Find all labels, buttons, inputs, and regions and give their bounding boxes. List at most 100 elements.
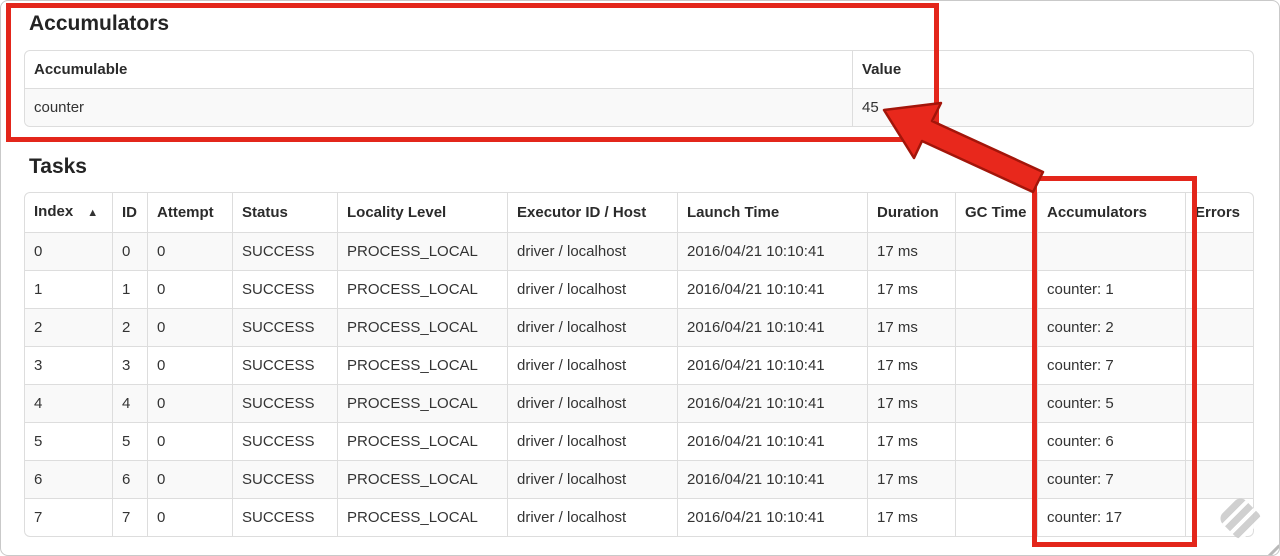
tasks-col-header-index[interactable]: Index ▲ [25, 193, 112, 232]
task-cell-errors [1185, 270, 1253, 308]
accumulable-table: Accumulable Value counter 45 [24, 50, 1254, 127]
task-cell-status: SUCCESS [232, 422, 337, 460]
accumulable-name-cell: counter [25, 88, 852, 126]
task-cell-locality: PROCESS_LOCAL [337, 384, 507, 422]
task-cell-launch_time: 2016/04/21 10:10:41 [677, 384, 867, 422]
task-cell-executor: driver / localhost [507, 498, 677, 536]
tasks-col-header-accumulators[interactable]: Accumulators [1037, 193, 1185, 232]
col-header-label: Index [34, 203, 74, 220]
accumulable-col-header: Accumulable [34, 61, 128, 78]
task-cell-id: 1 [112, 270, 147, 308]
task-cell-launch_time: 2016/04/21 10:10:41 [677, 422, 867, 460]
col-header-label: Duration [877, 204, 939, 221]
task-cell-executor: driver / localhost [507, 346, 677, 384]
task-cell-attempt: 0 [147, 346, 232, 384]
accumulators-heading: Accumulators [29, 12, 170, 35]
tasks-col-header-launch_time[interactable]: Launch Time [677, 193, 867, 232]
task-cell-accumulators: counter: 1 [1037, 270, 1185, 308]
task-cell-id: 0 [112, 232, 147, 270]
task-cell-gc_time [955, 308, 1037, 346]
task-cell-accumulators: counter: 7 [1037, 346, 1185, 384]
task-cell-status: SUCCESS [232, 308, 337, 346]
task-cell-accumulators [1037, 232, 1185, 270]
tasks-col-header-id[interactable]: ID [112, 193, 147, 232]
task-cell-accumulators: counter: 5 [1037, 384, 1185, 422]
task-cell-index: 0 [25, 232, 112, 270]
task-cell-accumulators: counter: 6 [1037, 422, 1185, 460]
task-cell-duration: 17 ms [867, 460, 955, 498]
task-cell-errors [1185, 384, 1253, 422]
task-cell-launch_time: 2016/04/21 10:10:41 [677, 308, 867, 346]
accumulable-value-cell: 45 [852, 88, 1253, 126]
col-header-label: Status [242, 204, 288, 221]
col-header-label: ID [122, 204, 137, 221]
task-cell-status: SUCCESS [232, 384, 337, 422]
task-cell-status: SUCCESS [232, 270, 337, 308]
task-cell-attempt: 0 [147, 498, 232, 536]
tasks-table: Index ▲ ID Attempt Status Locality Level Execu… [24, 192, 1254, 537]
task-cell-attempt: 0 [147, 460, 232, 498]
tasks-col-header-attempt[interactable]: Attempt [147, 193, 232, 232]
tasks-col-header-gc_time[interactable]: GC Time [955, 193, 1037, 232]
task-cell-errors [1185, 308, 1253, 346]
task-cell-index: 3 [25, 346, 112, 384]
task-cell-index: 1 [25, 270, 112, 308]
task-cell-launch_time: 2016/04/21 10:10:41 [677, 460, 867, 498]
tasks-table-body: 0 0 0 SUCCESS PROCESS_LOCAL driver / localhos… [25, 232, 1253, 536]
spark-ui-stage-page: Accumulators Accumulable Value counter 4… [0, 0, 1280, 556]
tasks-heading: Tasks [29, 155, 87, 178]
task-cell-id: 7 [112, 498, 147, 536]
task-cell-attempt: 0 [147, 308, 232, 346]
tasks-header-row: Index ▲ ID Attempt Status Locality Level Execu… [25, 193, 1253, 232]
task-cell-executor: driver / localhost [507, 460, 677, 498]
task-cell-attempt: 0 [147, 384, 232, 422]
task-cell-executor: driver / localhost [507, 270, 677, 308]
task-cell-accumulators: counter: 17 [1037, 498, 1185, 536]
col-header-label: Errors [1195, 204, 1241, 221]
task-cell-duration: 17 ms [867, 346, 955, 384]
task-cell-id: 5 [112, 422, 147, 460]
task-cell-errors [1185, 232, 1253, 270]
task-cell-executor: driver / localhost [507, 384, 677, 422]
task-cell-errors [1185, 346, 1253, 384]
task-row-5: 5 5 0 SUCCESS PROCESS_LOCAL driver / localhos… [25, 422, 1253, 460]
task-row-1: 1 1 0 SUCCESS PROCESS_LOCAL driver / localhos… [25, 270, 1253, 308]
col-header-label: Attempt [157, 204, 214, 221]
task-cell-duration: 17 ms [867, 232, 955, 270]
task-cell-attempt: 0 [147, 270, 232, 308]
task-cell-locality: PROCESS_LOCAL [337, 422, 507, 460]
task-cell-duration: 17 ms [867, 422, 955, 460]
task-cell-accumulators: counter: 7 [1037, 460, 1185, 498]
task-cell-locality: PROCESS_LOCAL [337, 346, 507, 384]
tasks-col-header-duration[interactable]: Duration [867, 193, 955, 232]
task-cell-gc_time [955, 460, 1037, 498]
tasks-col-header-errors[interactable]: Errors [1185, 193, 1253, 232]
task-cell-status: SUCCESS [232, 346, 337, 384]
task-cell-duration: 17 ms [867, 308, 955, 346]
task-cell-executor: driver / localhost [507, 422, 677, 460]
task-cell-index: 2 [25, 308, 112, 346]
task-cell-launch_time: 2016/04/21 10:10:41 [677, 346, 867, 384]
task-row-7: 7 7 0 SUCCESS PROCESS_LOCAL driver / localhos… [25, 498, 1253, 536]
col-header-label: Accumulators [1047, 204, 1148, 221]
tasks-col-header-executor[interactable]: Executor ID / Host [507, 193, 677, 232]
task-cell-status: SUCCESS [232, 460, 337, 498]
task-cell-status: SUCCESS [232, 232, 337, 270]
tasks-col-header-status[interactable]: Status [232, 193, 337, 232]
task-cell-id: 3 [112, 346, 147, 384]
task-cell-index: 7 [25, 498, 112, 536]
task-cell-locality: PROCESS_LOCAL [337, 270, 507, 308]
task-row-2: 2 2 0 SUCCESS PROCESS_LOCAL driver / localhos… [25, 308, 1253, 346]
task-cell-index: 5 [25, 422, 112, 460]
task-cell-launch_time: 2016/04/21 10:10:41 [677, 270, 867, 308]
accumulable-header-row: Accumulable Value [25, 51, 1253, 88]
task-cell-accumulators: counter: 2 [1037, 308, 1185, 346]
task-row-0: 0 0 0 SUCCESS PROCESS_LOCAL driver / localhos… [25, 232, 1253, 270]
accumulable-row: counter 45 [25, 88, 1253, 126]
tasks-col-header-locality[interactable]: Locality Level [337, 193, 507, 232]
col-header-label: GC Time [965, 204, 1027, 221]
task-cell-gc_time [955, 232, 1037, 270]
task-cell-id: 4 [112, 384, 147, 422]
col-header-label: Launch Time [687, 204, 780, 221]
task-row-6: 6 6 0 SUCCESS PROCESS_LOCAL driver / localhos… [25, 460, 1253, 498]
